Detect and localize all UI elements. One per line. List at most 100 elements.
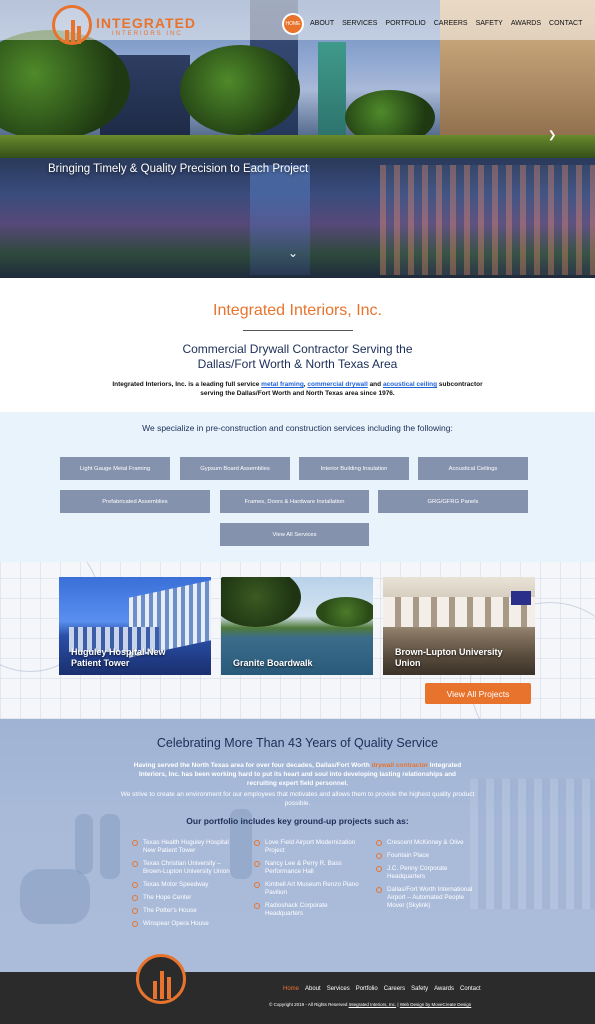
footer-nav-portfolio[interactable]: Portfolio <box>356 986 378 992</box>
footer-nav-safety[interactable]: Safety <box>411 986 428 992</box>
project-card-huguley[interactable]: Huguley Hospital New Patient Tower <box>59 577 211 675</box>
circle-bullet-icon <box>376 887 382 893</box>
service-button[interactable]: Gypsum Board Assemblies <box>180 457 290 480</box>
list-item: Dallas/Fort Worth International Airport … <box>376 886 476 910</box>
projects-section: Huguley Hospital New Patient Tower Granit… <box>0 562 595 719</box>
portfolio-list: Crescent McKinney & Olive Fountain Place… <box>376 839 476 915</box>
nav-item-portfolio[interactable]: PORTFOLIO <box>385 20 425 27</box>
list-item-label: J.C. Penny Corporate Headquarters <box>387 865 448 880</box>
project-title-line: Brown-Lupton University <box>395 647 503 657</box>
circle-bullet-icon <box>376 866 382 872</box>
logo-name: INTEGRATED <box>96 15 196 31</box>
list-item: Texas Motor Speedway <box>132 881 242 889</box>
circle-bullet-icon <box>254 903 260 909</box>
circle-bullet-icon <box>376 853 382 859</box>
footer-nav-contact[interactable]: Contact <box>460 986 481 992</box>
footer-nav-awards[interactable]: Awards <box>434 986 454 992</box>
view-all-services-button[interactable]: View All Services <box>220 523 369 546</box>
logo-circle-icon <box>52 5 92 45</box>
list-item-label: Texas Christian University – Brown-Lupto… <box>143 860 230 875</box>
link-drywall-contractor[interactable]: drywall contractor <box>372 762 428 769</box>
list-item: J.C. Penny Corporate Headquarters <box>376 865 476 881</box>
page-title: Integrated Interiors, Inc. <box>213 302 382 319</box>
service-button[interactable]: GRG/GFRG Panels <box>378 490 528 513</box>
service-button[interactable]: Prefabricated Assemblies <box>60 490 210 513</box>
link-metal-framing[interactable]: metal framing <box>261 381 304 388</box>
site-footer: Home About Services Portfolio Careers Sa… <box>0 954 595 1024</box>
intro-paragraph: Integrated Interiors, Inc. is a leading … <box>110 380 485 398</box>
circle-bullet-icon <box>132 861 138 867</box>
circle-bullet-icon <box>132 840 138 846</box>
footer-nav-services[interactable]: Services <box>327 986 350 992</box>
footer-nav-careers[interactable]: Careers <box>384 986 405 992</box>
footer-logo-icon[interactable] <box>136 954 186 1004</box>
project-title: Huguley Hospital New Patient Tower <box>71 647 166 669</box>
nav-item-awards[interactable]: AWARDS <box>511 20 541 27</box>
nav-item-about[interactable]: ABOUT <box>310 20 334 27</box>
circle-bullet-icon <box>254 882 260 888</box>
intro-subtitle-line: Commercial Drywall Contractor Serving th… <box>182 342 413 356</box>
list-item: Fountain Place <box>376 852 476 860</box>
list-item-label: Kimbell Art Museum Renzo Piano Pavilion <box>265 881 359 896</box>
nav-item-contact[interactable]: CONTACT <box>549 20 582 27</box>
circle-bullet-icon <box>376 840 382 846</box>
link-commercial-drywall[interactable]: commercial drywall <box>307 381 367 388</box>
service-button[interactable]: Frames, Doors & Hardware Installation <box>220 490 369 513</box>
intro-subtitle: Commercial Drywall Contractor Serving th… <box>0 342 595 372</box>
service-button[interactable]: Acoustical Ceilings <box>418 457 528 480</box>
site-logo[interactable]: INTEGRATED INTERIORS INC <box>52 5 195 45</box>
list-item: Winspear Opera House <box>132 920 242 928</box>
portfolio-list: Love Field Airport Modernization Project… <box>254 839 364 923</box>
hero-building <box>318 42 346 148</box>
footer-nav-about[interactable]: About <box>305 986 321 992</box>
list-item-label: The Potter's House <box>143 907 197 914</box>
list-item: Kimbell Art Museum Renzo Piano Pavilion <box>254 881 364 897</box>
list-item-label: Texas Motor Speedway <box>143 881 209 888</box>
nav-home-button[interactable]: HOME <box>282 13 304 35</box>
services-heading: We specialize in pre-construction and co… <box>142 423 453 433</box>
project-title: Brown-Lupton University Union <box>395 647 503 669</box>
footer-nav-home[interactable]: Home <box>283 986 299 992</box>
circle-bullet-icon <box>132 921 138 927</box>
project-card-brown-lupton[interactable]: Brown-Lupton University Union <box>383 577 535 675</box>
portfolio-heading: Our portfolio includes key ground-up pro… <box>186 816 409 826</box>
main-nav: ABOUT SERVICES PORTFOLIO CAREERS SAFETY … <box>310 20 582 27</box>
service-button[interactable]: Interior Building Insulation <box>299 457 409 480</box>
nav-item-safety[interactable]: SAFETY <box>476 20 503 27</box>
link-company[interactable]: Integrated Interiors, Inc. <box>349 1002 397 1007</box>
project-card-granite-boardwalk[interactable]: Granite Boardwalk <box>221 577 373 675</box>
celebrate-paragraph: Having served the North Texas area for o… <box>125 761 470 788</box>
intro-text: and <box>367 381 383 388</box>
list-item-label: Nancy Lee & Perry R. Bass Performance Ha… <box>265 860 342 875</box>
list-item: Crescent McKinney & Olive <box>376 839 476 847</box>
building-bars-icon <box>65 20 85 44</box>
link-acoustical-ceiling[interactable]: acoustical ceiling <box>383 381 437 388</box>
link-web-designer[interactable]: Web Design by MoveCreate Design <box>400 1002 471 1007</box>
service-button[interactable]: Light Gauge Metal Framing <box>60 457 170 480</box>
chevron-down-icon[interactable]: ⌄ <box>288 246 298 260</box>
list-item: Radioshack Corporate Headquarters <box>254 902 364 918</box>
chevron-right-icon[interactable]: ❯ <box>548 130 556 141</box>
nav-item-services[interactable]: SERVICES <box>342 20 377 27</box>
footer-nav: Home About Services Portfolio Careers Sa… <box>283 986 481 992</box>
project-title-line: Huguley Hospital New <box>71 647 166 657</box>
list-item: Nancy Lee & Perry R. Bass Performance Ha… <box>254 860 364 876</box>
intro-text: Integrated Interiors, Inc. is a leading … <box>112 381 262 388</box>
circle-bullet-icon <box>132 882 138 888</box>
hero-lawn <box>0 135 595 160</box>
nav-item-careers[interactable]: CAREERS <box>434 20 468 27</box>
hero-reflection <box>380 165 595 275</box>
hero-reflection <box>250 165 310 275</box>
list-item-label: Dallas/Fort Worth International Airport … <box>387 886 473 909</box>
list-item-label: Winspear Opera House <box>143 920 209 927</box>
intro-section: Integrated Interiors, Inc. Commercial Dr… <box>0 278 595 412</box>
project-title-line: Granite Boardwalk <box>233 658 313 668</box>
about-section: Celebrating More Than 43 Years of Qualit… <box>0 719 595 972</box>
list-item: The Hope Center <box>132 894 242 902</box>
view-all-projects-button[interactable]: View All Projects <box>425 683 531 704</box>
list-item-label: The Hope Center <box>143 894 192 901</box>
building-bars-icon <box>153 971 173 999</box>
list-item: Texas Health Huguley Hospital New Patien… <box>132 839 242 855</box>
copyright: © Copyright 2019 - All Rights Reserved I… <box>269 1002 471 1007</box>
list-item: The Potter's House <box>132 907 242 915</box>
